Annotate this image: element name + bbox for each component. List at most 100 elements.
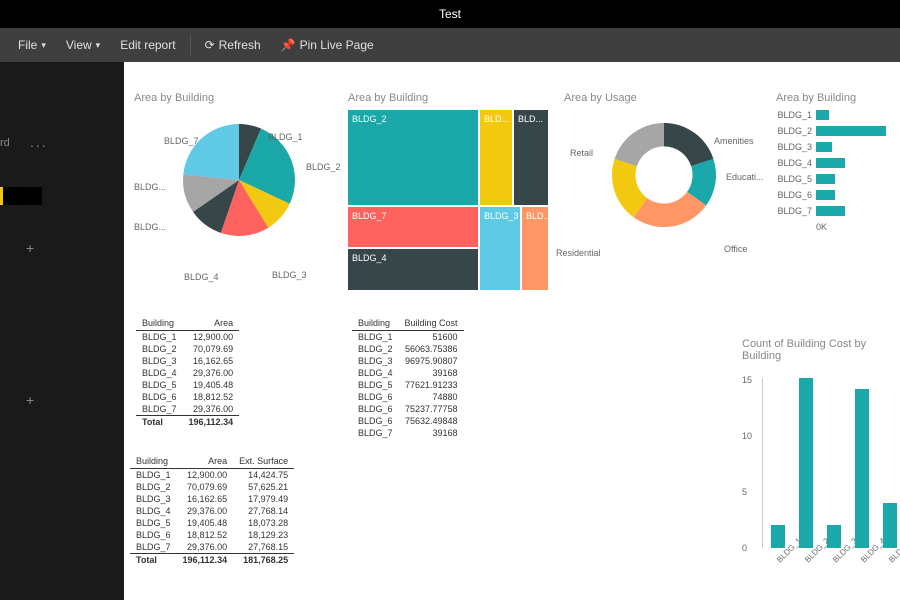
treemap-visual[interactable]: Area by Building BLDG_2 BLD... BLD... BL… bbox=[348, 92, 548, 290]
table-visual-surface[interactable]: BuildingAreaExt. SurfaceBLDG_112,900.001… bbox=[130, 454, 294, 566]
bar-label: BLDG_7 bbox=[776, 206, 816, 216]
cell: 196,112.34 bbox=[177, 554, 234, 567]
table-row[interactable]: BLDG_270,079.69 bbox=[136, 343, 239, 355]
table-visual-cost[interactable]: BuildingBuilding CostBLDG_151600BLDG_256… bbox=[352, 316, 464, 439]
table-row[interactable]: BLDG_112,900.00 bbox=[136, 331, 239, 344]
donut-chart bbox=[599, 110, 729, 240]
treemap: BLDG_2 BLD... BLD... BLDG_7 BLDG_4 BLDG_… bbox=[348, 110, 548, 290]
column-bar bbox=[855, 389, 869, 548]
table-row[interactable]: BLDG_429,376.0027,768.14 bbox=[130, 505, 294, 517]
pie-chart-visual[interactable]: Area by Building BLDG_1 BLDG_2 BLDG_3 BL… bbox=[134, 92, 344, 250]
bar-label: BLDG_1 bbox=[776, 110, 816, 120]
table-row[interactable]: BLDG_316,162.6517,979.49 bbox=[130, 493, 294, 505]
table-row[interactable]: BLDG_577621.91233 bbox=[352, 379, 464, 391]
tree-cell[interactable]: BLDG_4 bbox=[348, 249, 478, 290]
cell: 39168 bbox=[399, 427, 464, 439]
table-row[interactable]: BLDG_396975.90807 bbox=[352, 355, 464, 367]
data-table: BuildingAreaBLDG_112,900.00BLDG_270,079.… bbox=[136, 316, 239, 428]
col-header: Building bbox=[136, 316, 183, 331]
more-icon[interactable]: ... bbox=[30, 134, 48, 150]
pin-button[interactable]: 📌 Pin Live Page bbox=[271, 28, 384, 62]
table-row[interactable]: BLDG_618,812.52 bbox=[136, 391, 239, 403]
sidebar-selected-item[interactable] bbox=[0, 187, 42, 205]
table-row[interactable]: BLDG_618,812.5218,129.23 bbox=[130, 529, 294, 541]
view-menu[interactable]: View ▾ bbox=[56, 28, 110, 62]
table-row[interactable]: BLDG_519,405.48 bbox=[136, 379, 239, 391]
table-visual-area[interactable]: BuildingAreaBLDG_112,900.00BLDG_270,079.… bbox=[136, 316, 239, 428]
cell: BLDG_3 bbox=[352, 355, 399, 367]
table-row[interactable]: BLDG_316,162.65 bbox=[136, 355, 239, 367]
column-bar bbox=[771, 525, 785, 548]
tree-cell[interactable]: BLDG_3 bbox=[480, 207, 520, 290]
column-bar bbox=[799, 378, 813, 548]
bar-row: BLDG_5 bbox=[776, 174, 886, 184]
pie-label: BLDG_2 bbox=[306, 162, 341, 172]
file-label: File bbox=[18, 38, 37, 52]
table-row[interactable]: BLDG_675237.77758 bbox=[352, 403, 464, 415]
donut-label: Office bbox=[724, 244, 747, 254]
table-row[interactable]: BLDG_739168 bbox=[352, 427, 464, 439]
nav-sidebar: rd ... + + bbox=[0, 62, 48, 600]
pie-label: BLDG_1 bbox=[268, 132, 303, 142]
table-row[interactable]: BLDG_112,900.0014,424.75 bbox=[130, 469, 294, 482]
sidebar-text-fragment: rd bbox=[0, 137, 10, 151]
table-row[interactable]: BLDG_256063.75386 bbox=[352, 343, 464, 355]
cell: BLDG_5 bbox=[352, 379, 399, 391]
cell: 27,768.15 bbox=[233, 541, 294, 554]
viz-title: Area by Building bbox=[776, 92, 886, 104]
cell: Total bbox=[130, 554, 177, 567]
cell: Total bbox=[136, 416, 183, 429]
cell: BLDG_3 bbox=[130, 493, 177, 505]
bar-fill bbox=[816, 158, 845, 168]
cell: 16,162.65 bbox=[177, 493, 234, 505]
tree-cell[interactable]: BLDG_2 bbox=[348, 110, 478, 205]
bar-chart: BLDG_1BLDG_2BLDG_3BLDG_4BLDG_5BLDG_6BLDG… bbox=[776, 110, 886, 216]
column-bar bbox=[883, 503, 897, 548]
plus-icon[interactable]: + bbox=[26, 240, 34, 256]
col-header: Building bbox=[130, 454, 177, 469]
bar-label: BLDG_2 bbox=[776, 126, 816, 136]
cell: 70,079.69 bbox=[177, 481, 234, 493]
file-menu[interactable]: File ▾ bbox=[8, 28, 56, 62]
data-table: BuildingAreaExt. SurfaceBLDG_112,900.001… bbox=[130, 454, 294, 566]
table-row[interactable]: BLDG_429,376.00 bbox=[136, 367, 239, 379]
table-row[interactable]: BLDG_729,376.0027,768.15 bbox=[130, 541, 294, 554]
refresh-icon: ⟳ bbox=[205, 38, 215, 52]
cell: 29,376.00 bbox=[177, 541, 234, 554]
table-row[interactable]: BLDG_674880 bbox=[352, 391, 464, 403]
cell: 196,112.34 bbox=[183, 416, 240, 429]
viz-title: Area by Usage bbox=[564, 92, 764, 104]
table-row[interactable]: BLDG_675632.49848 bbox=[352, 415, 464, 427]
table-row[interactable]: BLDG_151600 bbox=[352, 331, 464, 344]
tree-cell[interactable]: BLD... bbox=[480, 110, 512, 205]
refresh-button[interactable]: ⟳ Refresh bbox=[195, 28, 271, 62]
cell: BLDG_4 bbox=[136, 367, 183, 379]
plus-icon[interactable]: + bbox=[26, 392, 34, 408]
tree-cell[interactable]: BLD... bbox=[522, 207, 548, 290]
cell: 17,979.49 bbox=[233, 493, 294, 505]
table-row[interactable]: BLDG_439168 bbox=[352, 367, 464, 379]
view-label: View bbox=[66, 38, 92, 52]
table-header: BuildingBuilding Cost bbox=[352, 316, 464, 331]
cell: 29,376.00 bbox=[183, 403, 240, 416]
bar-row: BLDG_4 bbox=[776, 158, 886, 168]
table-row[interactable]: BLDG_519,405.4818,073.28 bbox=[130, 517, 294, 529]
tree-cell[interactable]: BLD... bbox=[514, 110, 548, 205]
cell: BLDG_1 bbox=[130, 469, 177, 482]
cell: 51600 bbox=[399, 331, 464, 344]
bar-row: BLDG_7 bbox=[776, 206, 886, 216]
cell: 18,129.23 bbox=[233, 529, 294, 541]
column-chart-visual[interactable]: Count of Building Cost by Building 15 10… bbox=[742, 338, 900, 568]
donut-chart-visual[interactable]: Area by Usage Amenities Educati... Offic… bbox=[564, 92, 764, 240]
bar-chart-visual[interactable]: Area by Building BLDG_1 BLDG_2 BLDG_3 BLDG_… bbox=[776, 92, 886, 232]
table-row[interactable]: BLDG_270,079.6957,625.21 bbox=[130, 481, 294, 493]
col-header: Area bbox=[177, 454, 234, 469]
pie-label: BLDG_7 bbox=[164, 136, 199, 146]
edit-report-button[interactable]: Edit report bbox=[110, 28, 185, 62]
cell: 74880 bbox=[399, 391, 464, 403]
table-row[interactable]: BLDG_729,376.00 bbox=[136, 403, 239, 416]
bar-row: BLDG_3 bbox=[776, 142, 886, 152]
cell: 18,812.52 bbox=[177, 529, 234, 541]
tree-cell[interactable]: BLDG_7 bbox=[348, 207, 478, 247]
cell: BLDG_6 bbox=[352, 391, 399, 403]
